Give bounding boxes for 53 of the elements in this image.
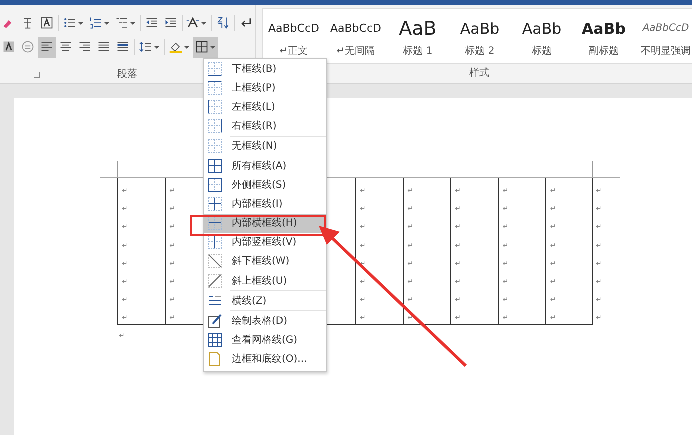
diag-up-border-icon — [207, 272, 223, 289]
justify-icon — [97, 40, 111, 54]
borders-icon — [195, 40, 209, 54]
menu-item[interactable]: 所有框线(A) — [204, 156, 326, 176]
all-border-icon — [207, 158, 223, 174]
char-border-icon — [40, 16, 54, 30]
menu-item[interactable]: 上框线(P) — [204, 78, 326, 98]
draw-border-icon — [207, 313, 223, 330]
style-item[interactable]: AaBbCcD ↵无间隔 — [325, 9, 387, 63]
inside-border-icon — [207, 196, 223, 212]
line-spacing-icon — [139, 40, 153, 54]
dialog-border-icon — [207, 351, 223, 368]
inside-h-border-icon — [207, 215, 223, 232]
menu-item[interactable]: 右框线(R) — [204, 116, 326, 136]
group-label: 段落 — [118, 68, 138, 81]
bottom-border-icon — [207, 60, 223, 77]
increase-indent-icon — [164, 16, 178, 30]
style-item[interactable]: AaBb 副标题 — [573, 9, 635, 63]
style-item[interactable]: AaBb 标题 2 — [449, 9, 511, 63]
menu-item[interactable]: 下框线(B) — [204, 59, 326, 78]
menu-item[interactable]: 外侧框线(S) — [204, 175, 326, 194]
shading-icon — [169, 40, 183, 54]
style-item[interactable]: AaB 标题 1 — [387, 9, 449, 63]
borders-button[interactable] — [193, 36, 218, 58]
style-item[interactable]: AaBb 标题 — [511, 9, 573, 63]
menu-item[interactable]: 边框和底纹(O)... — [204, 350, 326, 369]
menu-item[interactable]: 左框线(L) — [204, 97, 326, 117]
menu-item[interactable]: 斜下框线(W) — [204, 252, 326, 272]
grid-border-icon — [207, 332, 223, 348]
menu-item[interactable]: 内部框线(I) — [204, 194, 326, 214]
group-label: 样式 — [470, 66, 490, 80]
align-left-icon — [40, 40, 54, 54]
sort-icon — [216, 16, 230, 30]
numbering-icon — [88, 16, 103, 30]
top-border-icon — [207, 80, 223, 96]
none-border-icon — [207, 138, 223, 154]
align-left-button[interactable] — [38, 36, 56, 58]
style-item[interactable]: AaBbCcD 不明显强调 — [635, 9, 692, 63]
menu-item[interactable]: 内部竖框线(V) — [204, 232, 326, 252]
dialog-launcher-icon[interactable] — [34, 72, 40, 78]
left-border-icon — [207, 98, 223, 115]
outside-border-icon — [207, 176, 223, 193]
decrease-indent-icon — [144, 16, 159, 30]
right-border-icon — [207, 118, 223, 134]
menu-item[interactable]: 斜上框线(U) — [204, 271, 326, 290]
menu-item[interactable]: 查看网格线(G) — [204, 330, 326, 350]
inside-v-border-icon — [207, 234, 223, 250]
align-right-icon — [78, 40, 92, 54]
align-center-icon — [59, 40, 73, 54]
diag-down-border-icon — [207, 253, 223, 270]
bullets-icon — [62, 16, 77, 30]
multilevel-icon — [114, 16, 129, 30]
distribute-icon — [116, 40, 130, 54]
